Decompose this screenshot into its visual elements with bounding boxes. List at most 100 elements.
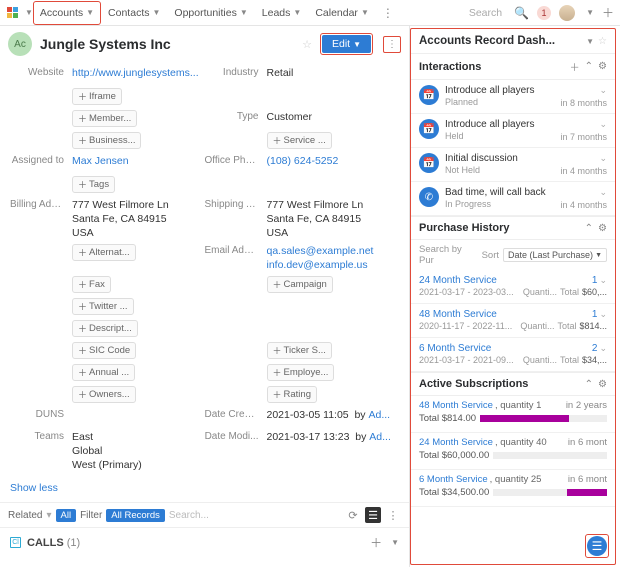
nav-tab-calendar[interactable]: Calendar▼ bbox=[308, 1, 376, 25]
subscription-item[interactable]: 24 Month Service, quantity 40in 6 montTo… bbox=[411, 433, 615, 470]
subscriptions-list: 48 Month Service, quantity 1in 2 yearsTo… bbox=[411, 396, 615, 507]
chevron-down-icon[interactable]: ⌄ bbox=[560, 119, 607, 130]
nav-tab-contacts[interactable]: Contacts▼ bbox=[101, 1, 167, 25]
date-modified-value: 2021-03-17 13:23 by Ad... bbox=[267, 430, 391, 444]
subscription-bar bbox=[493, 452, 607, 459]
billing-label: Billing Add... bbox=[10, 198, 72, 212]
add-descript-button[interactable]: ＋Descript... bbox=[72, 320, 138, 337]
add-annual-button[interactable]: ＋Annual ... bbox=[72, 364, 135, 381]
website-value[interactable]: http://www.junglesystems... bbox=[72, 66, 199, 80]
record-actions-menu[interactable]: ⋮ bbox=[383, 36, 401, 53]
assigned-value[interactable]: Max Jensen bbox=[72, 154, 129, 168]
email-value[interactable]: qa.sales@example.netinfo.dev@example.us bbox=[267, 244, 374, 272]
subscription-product[interactable]: 6 Month Service bbox=[419, 474, 488, 485]
subs-collapse-icon[interactable]: ⌃ bbox=[585, 379, 593, 390]
interaction-name: Introduce all players bbox=[445, 119, 554, 131]
teams-label: Teams bbox=[10, 430, 72, 444]
purchase-qty: 1 bbox=[592, 275, 598, 286]
purchase-product[interactable]: 6 Month Service bbox=[419, 343, 592, 354]
purchase-qty: 2 bbox=[592, 343, 598, 354]
chevron-down-icon[interactable]: ⌄ bbox=[560, 187, 607, 198]
interactions-collapse-icon[interactable]: ⌃ bbox=[585, 61, 593, 72]
subscription-item[interactable]: 6 Month Service, quantity 25in 6 montTot… bbox=[411, 470, 615, 507]
sort-label: Sort bbox=[482, 250, 499, 261]
chevron-down-icon[interactable]: ⌄ bbox=[560, 85, 607, 96]
purchase-item[interactable]: 6 Month Service2⌄2021-03-17 - 2021-09...… bbox=[411, 338, 615, 372]
quick-create-icon[interactable]: ＋ bbox=[602, 4, 614, 21]
interactions-list: 📅Introduce all playersPlanned⌄in 8 month… bbox=[411, 80, 615, 216]
interaction-item[interactable]: 📅Introduce all playersPlanned⌄in 8 month… bbox=[411, 80, 615, 114]
related-menu-icon[interactable]: ⋮ bbox=[385, 507, 401, 523]
purchase-item[interactable]: 24 Month Service1⌄2021-03-17 - 2023-03..… bbox=[411, 270, 615, 304]
add-ticker-button[interactable]: ＋Ticker S... bbox=[267, 342, 332, 359]
add-owners-button[interactable]: ＋Owners... bbox=[72, 386, 136, 403]
purchase-collapse-icon[interactable]: ⌃ bbox=[585, 223, 593, 234]
phone-icon: ✆ bbox=[419, 187, 439, 207]
subscription-product[interactable]: 24 Month Service bbox=[419, 437, 493, 448]
nav-tab-opportunities[interactable]: Opportunities▼ bbox=[167, 1, 254, 25]
chevron-down-icon[interactable]: ⌄ bbox=[599, 343, 607, 354]
dashboard-title[interactable]: Accounts Record Dash... bbox=[419, 35, 583, 47]
interaction-name: Introduce all players bbox=[445, 85, 554, 97]
interaction-item[interactable]: 📅Introduce all playersHeld⌄in 7 months bbox=[411, 114, 615, 148]
module-menu-caret[interactable]: ▼ bbox=[25, 8, 33, 17]
edit-button[interactable]: Edit▼ bbox=[322, 35, 371, 53]
add-campaign-button[interactable]: ＋Campaign bbox=[267, 276, 333, 293]
user-menu-caret[interactable]: ▼ bbox=[586, 8, 594, 17]
chevron-down-icon[interactable]: ⌄ bbox=[560, 153, 607, 164]
app-cube-icon[interactable] bbox=[6, 6, 20, 20]
add-sic-button[interactable]: ＋SIC Code bbox=[72, 342, 136, 359]
add-alternat-button[interactable]: ＋Alternat... bbox=[72, 244, 136, 261]
all-records-pill[interactable]: All Records bbox=[106, 509, 165, 522]
user-avatar[interactable] bbox=[559, 5, 575, 21]
add-rating-button[interactable]: ＋Rating bbox=[267, 386, 317, 403]
chevron-down-icon[interactable]: ⌄ bbox=[599, 275, 607, 286]
shipping-value: 777 West Filmore LnSanta Fe, CA 84915USA bbox=[267, 198, 364, 240]
dashboard-star-icon[interactable]: ☆ bbox=[598, 36, 607, 47]
add-tags-button[interactable]: ＋Tags bbox=[72, 176, 115, 193]
add-service-button[interactable]: ＋Service ... bbox=[267, 132, 332, 149]
purchase-product[interactable]: 24 Month Service bbox=[419, 275, 592, 286]
office-phone-value[interactable]: (108) 624-5252 bbox=[267, 154, 339, 168]
add-twitter-button[interactable]: ＋Twitter ... bbox=[72, 298, 134, 315]
notification-badge[interactable]: 1 bbox=[537, 6, 551, 20]
interactions-gear-icon[interactable]: ⚙ bbox=[598, 61, 607, 72]
subs-gear-icon[interactable]: ⚙ bbox=[598, 379, 607, 390]
related-search-input[interactable]: Search... bbox=[169, 510, 341, 521]
search-icon[interactable]: 🔍 bbox=[514, 6, 529, 20]
interaction-item[interactable]: 📅Initial discussionNot Held⌄in 4 months bbox=[411, 148, 615, 182]
add-fax-button[interactable]: ＋Fax bbox=[72, 276, 111, 293]
interaction-item[interactable]: ✆Bad time, will call backIn Progress⌄in … bbox=[411, 182, 615, 216]
interaction-status: Planned bbox=[445, 97, 554, 108]
calls-menu-caret[interactable]: ▼ bbox=[391, 538, 399, 547]
purchase-quant-label: Quanti... bbox=[523, 355, 557, 365]
nav-more-icon[interactable]: ⋮ bbox=[376, 6, 400, 20]
refresh-icon[interactable]: ⟳ bbox=[345, 507, 361, 523]
add-member-button[interactable]: ＋Member... bbox=[72, 110, 137, 127]
nav-tab-accounts[interactable]: Accounts▼ bbox=[33, 1, 101, 25]
add-employe-button[interactable]: ＋Employe... bbox=[267, 364, 335, 381]
show-less-link[interactable]: Show less bbox=[0, 478, 409, 502]
favorite-star-icon[interactable]: ☆ bbox=[302, 38, 312, 51]
sort-dropdown[interactable]: Date (Last Purchase)▼ bbox=[503, 248, 607, 262]
fab-button[interactable]: ☰ bbox=[587, 536, 607, 556]
dashboard-menu-caret[interactable]: ▼ bbox=[586, 37, 594, 46]
purchase-search-input[interactable]: Search by Pur bbox=[419, 244, 478, 266]
add-business-button[interactable]: ＋Business... bbox=[72, 132, 141, 149]
purchase-gear-icon[interactable]: ⚙ bbox=[598, 223, 607, 234]
global-search-input[interactable]: Search bbox=[465, 7, 506, 19]
subscription-item[interactable]: 48 Month Service, quantity 1in 2 yearsTo… bbox=[411, 396, 615, 433]
add-iframe-button[interactable]: ＋Iframe bbox=[72, 88, 122, 105]
purchase-item[interactable]: 48 Month Service1⌄2020-11-17 - 2022-11..… bbox=[411, 304, 615, 338]
list-view-icon[interactable]: ☰ bbox=[365, 507, 381, 523]
calendar-icon: 📅 bbox=[419, 119, 439, 139]
calls-panel-title[interactable]: CALLS (1) bbox=[27, 537, 370, 549]
subscription-product[interactable]: 48 Month Service bbox=[419, 400, 493, 411]
subscription-time: in 2 years bbox=[566, 400, 607, 411]
related-all-pill[interactable]: All bbox=[56, 509, 77, 522]
interactions-add-icon[interactable]: ＋ bbox=[570, 59, 580, 74]
nav-tab-leads[interactable]: Leads▼ bbox=[255, 1, 309, 25]
purchase-product[interactable]: 48 Month Service bbox=[419, 309, 592, 320]
chevron-down-icon[interactable]: ⌄ bbox=[599, 309, 607, 320]
add-call-icon[interactable]: ＋ bbox=[370, 534, 382, 551]
